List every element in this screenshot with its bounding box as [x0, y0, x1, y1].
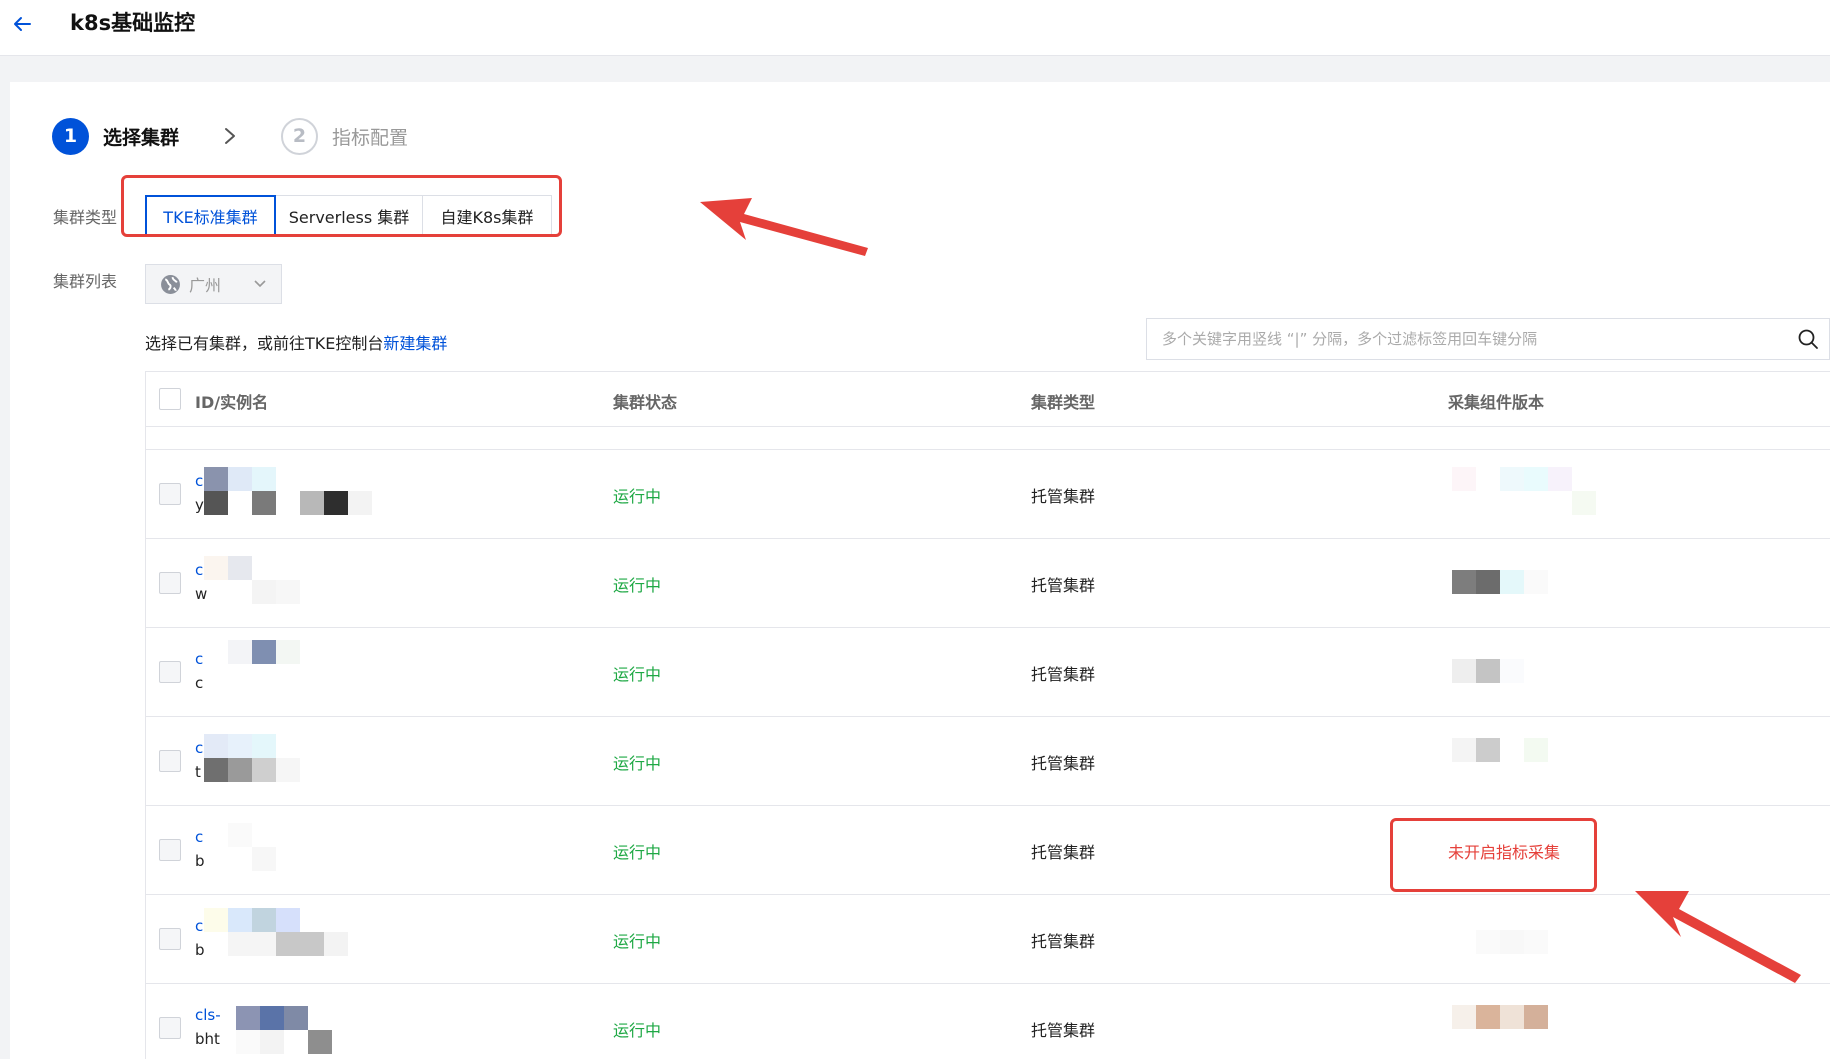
row-checkbox[interactable]: [159, 839, 181, 861]
stepper: 1 选择集群 2 指标配置: [52, 116, 408, 156]
cluster-name: bht: [195, 1030, 220, 1048]
cluster-type: 托管集群: [1031, 576, 1096, 595]
step-1-number: 1: [52, 117, 89, 155]
annotation-box-collection-status: [1390, 818, 1597, 892]
annotation-arrow-icon: [1635, 891, 1801, 983]
chevron-down-icon: [254, 280, 266, 288]
row-checkbox[interactable]: [159, 572, 181, 594]
cluster-name: b: [195, 941, 205, 959]
step-2-label: 指标配置: [332, 126, 409, 149]
table-header: ID/实例名 集群状态 集群类型 采集组件版本: [146, 372, 1830, 427]
cluster-status: 运行中: [613, 932, 662, 951]
search-input[interactable]: [1147, 319, 1767, 359]
search-box: [1146, 318, 1830, 360]
cluster-id-link[interactable]: c: [195, 650, 203, 668]
annotation-arrow-icon: [700, 198, 868, 256]
cluster-type: 托管集群: [1031, 754, 1096, 773]
search-icon[interactable]: [1797, 328, 1819, 350]
col-version: 采集组件版本: [1448, 393, 1545, 412]
table-row: c b 运行中 托管集群: [146, 895, 1830, 984]
cluster-name: y: [195, 496, 204, 514]
cluster-id-link[interactable]: c: [195, 828, 203, 846]
cluster-type: 托管集群: [1031, 665, 1096, 684]
cluster-id-link[interactable]: c: [195, 561, 203, 579]
row-checkbox[interactable]: [159, 928, 181, 950]
row-checkbox[interactable]: [159, 483, 181, 505]
cluster-name: b: [195, 852, 205, 870]
cluster-type: 托管集群: [1031, 1021, 1096, 1040]
main-card: 1 选择集群 2 指标配置 集群类型 TKE标准集群 Serverless 集群…: [10, 82, 1830, 1059]
cluster-name: w: [195, 585, 208, 603]
create-cluster-hint: 选择已有集群，或前往TKE控制台新建集群: [145, 330, 447, 354]
annotation-box-cluster-type: [121, 175, 562, 237]
table-row: cls- bht 运行中 托管集群: [146, 984, 1830, 1059]
col-type: 集群类型: [1031, 393, 1096, 412]
row-checkbox[interactable]: [159, 1017, 181, 1039]
cluster-id-link[interactable]: c: [195, 739, 203, 757]
table-row: c t 运行中 托管集群: [146, 717, 1830, 806]
region-value: 广州: [189, 276, 222, 295]
back-arrow-icon[interactable]: [10, 12, 34, 36]
region-select[interactable]: 广州: [145, 264, 282, 304]
step-1-label: 选择集群: [103, 126, 180, 149]
col-status: 集群状态: [613, 393, 678, 412]
cluster-list-label: 集群列表: [53, 272, 118, 291]
cluster-type: 托管集群: [1031, 932, 1096, 951]
col-id-name: ID/实例名: [195, 393, 269, 412]
page-title: k8s基础监控: [70, 11, 196, 35]
cluster-name: t: [195, 763, 201, 781]
create-cluster-link[interactable]: 新建集群: [383, 334, 447, 353]
cluster-status: 运行中: [613, 843, 662, 862]
cluster-status: 运行中: [613, 576, 662, 595]
cluster-table: ID/实例名 集群状态 集群类型 采集组件版本 c y 运行中 托管集群 c w…: [145, 371, 1830, 1059]
step-2-number: 2: [281, 117, 319, 155]
row-checkbox[interactable]: [159, 661, 181, 683]
table-row: c y 运行中 托管集群: [146, 450, 1830, 539]
select-all-checkbox[interactable]: [159, 388, 181, 410]
globe-icon: [161, 274, 180, 294]
cluster-status: 运行中: [613, 754, 662, 773]
table-row: c c 运行中 托管集群: [146, 628, 1830, 717]
table-row: c w 运行中 托管集群: [146, 539, 1830, 628]
cluster-type: 托管集群: [1031, 487, 1096, 506]
cluster-type: 托管集群: [1031, 843, 1096, 862]
cluster-id-link[interactable]: c: [195, 472, 203, 490]
chevron-right-icon: [225, 128, 236, 144]
cluster-status: 运行中: [613, 665, 662, 684]
cluster-id-link[interactable]: c: [195, 917, 203, 935]
cluster-id-link[interactable]: cls-: [195, 1006, 221, 1024]
table-spacer: [146, 427, 1830, 450]
top-bar: k8s基础监控: [0, 0, 1830, 56]
row-checkbox[interactable]: [159, 750, 181, 772]
cluster-status: 运行中: [613, 487, 662, 506]
cluster-name: c: [195, 674, 204, 692]
hint-text: 选择已有集群，或前往TKE控制台: [145, 334, 384, 353]
cluster-type-label: 集群类型: [53, 208, 118, 227]
cluster-status: 运行中: [613, 1021, 662, 1040]
